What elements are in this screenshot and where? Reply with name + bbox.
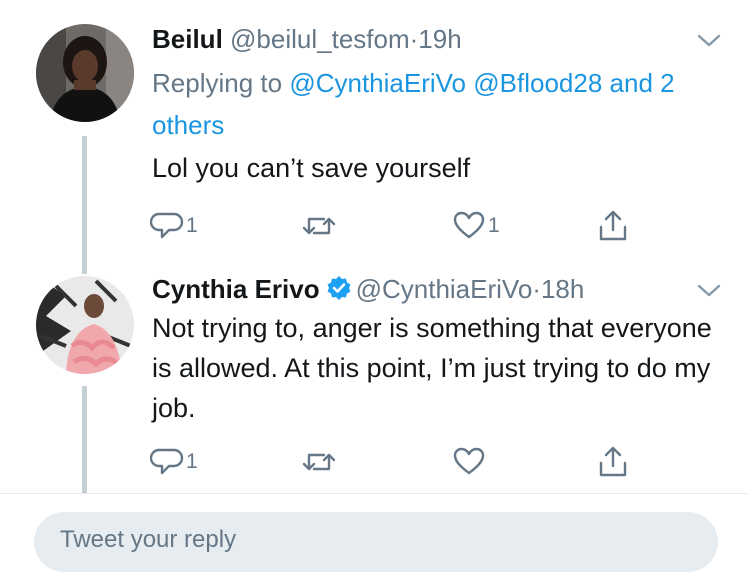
- heart-icon: [453, 211, 485, 239]
- divider: [0, 493, 749, 494]
- tweet-header: Beilul @beilul_tesfom·19h: [152, 24, 462, 54]
- thread-line: [82, 262, 87, 274]
- display-name[interactable]: Beilul: [152, 24, 223, 54]
- tweet-actions: 1 1: [150, 208, 640, 248]
- separator-dot: ·: [409, 24, 419, 54]
- timestamp[interactable]: 19h: [418, 24, 461, 54]
- share-icon: [599, 210, 627, 241]
- tweet-text: Not trying to, anger is something that e…: [152, 313, 712, 423]
- thread-line: [82, 386, 87, 494]
- mention-link[interactable]: @Bflood28: [473, 68, 602, 98]
- retweet-icon: [302, 217, 336, 235]
- thread-line: [82, 136, 87, 262]
- retweet-button[interactable]: [300, 444, 340, 480]
- reply-icon: [150, 448, 184, 475]
- share-button[interactable]: [596, 444, 630, 480]
- reply-button[interactable]: 1: [150, 444, 198, 480]
- reply-count: 1: [186, 450, 198, 473]
- tweet[interactable]: Cynthia Erivo @CynthiaEriVo·18h Not tryin…: [0, 262, 749, 494]
- reply-compose-input[interactable]: Tweet your reply: [34, 512, 718, 572]
- chevron-down-icon[interactable]: [695, 30, 723, 50]
- tweet-header: Cynthia Erivo @CynthiaEriVo·18h: [152, 274, 584, 307]
- user-handle[interactable]: @CynthiaEriVo: [356, 274, 533, 304]
- tweet[interactable]: Beilul @beilul_tesfom·19h Replying to @C…: [0, 0, 749, 262]
- heart-icon: [453, 447, 485, 475]
- retweet-button[interactable]: [300, 208, 340, 244]
- mention-link[interactable]: @CynthiaEriVo: [289, 68, 466, 98]
- replying-to: Replying to @CynthiaEriVo @Bflood28 and …: [152, 62, 712, 146]
- reply-button[interactable]: 1: [150, 208, 198, 244]
- chevron-down-icon[interactable]: [695, 280, 723, 300]
- avatar[interactable]: [36, 24, 134, 122]
- share-icon: [599, 446, 627, 477]
- like-button[interactable]: [452, 444, 488, 480]
- separator-dot: ·: [532, 274, 541, 304]
- retweet-icon: [302, 453, 336, 471]
- share-button[interactable]: [596, 208, 630, 244]
- user-handle[interactable]: @beilul_tesfom: [230, 24, 410, 54]
- verified-badge-icon: [326, 275, 352, 307]
- like-count: 1: [488, 214, 500, 237]
- compose-placeholder: Tweet your reply: [60, 526, 237, 553]
- reply-count: 1: [186, 214, 198, 237]
- avatar[interactable]: [36, 276, 134, 374]
- display-name[interactable]: Cynthia Erivo: [152, 274, 320, 304]
- tweet-text: Lol you can’t save yourself: [152, 153, 471, 183]
- reply-icon: [150, 212, 184, 239]
- tweet-actions: 1: [150, 444, 640, 484]
- like-button[interactable]: 1: [452, 208, 500, 244]
- replying-prefix: Replying to: [152, 68, 283, 98]
- timestamp[interactable]: 18h: [541, 274, 584, 304]
